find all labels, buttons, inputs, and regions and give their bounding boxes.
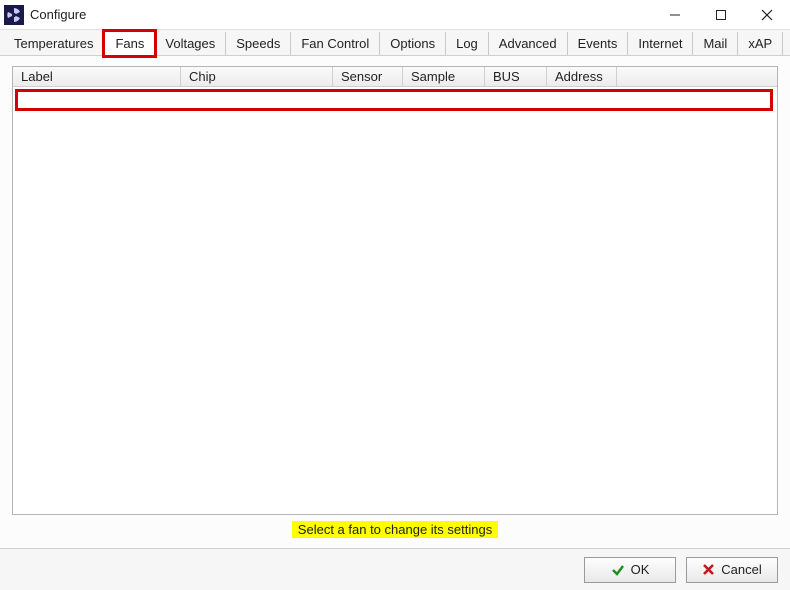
column-chip[interactable]: Chip bbox=[181, 67, 333, 86]
column-sample[interactable]: Sample bbox=[403, 67, 485, 86]
column-address[interactable]: Address bbox=[547, 67, 617, 86]
tab-log[interactable]: Log bbox=[446, 32, 489, 55]
app-icon bbox=[4, 5, 24, 25]
tab-internet[interactable]: Internet bbox=[628, 32, 693, 55]
fan-list[interactable]: Label Chip Sensor Sample BUS Address bbox=[12, 66, 778, 515]
column-bus[interactable]: BUS bbox=[485, 67, 547, 86]
tab-temperatures[interactable]: Temperatures bbox=[4, 32, 104, 55]
column-label[interactable]: Label bbox=[13, 67, 181, 86]
hint-text: Select a fan to change its settings bbox=[292, 521, 498, 538]
tab-mail[interactable]: Mail bbox=[693, 32, 738, 55]
window-controls bbox=[652, 0, 790, 29]
minimize-button[interactable] bbox=[652, 0, 698, 29]
tabbar: Temperatures Fans Voltages Speeds Fan Co… bbox=[0, 30, 790, 56]
tab-advanced[interactable]: Advanced bbox=[489, 32, 568, 55]
tab-fan-control[interactable]: Fan Control bbox=[291, 32, 380, 55]
tab-events[interactable]: Events bbox=[568, 32, 629, 55]
window-title: Configure bbox=[30, 7, 652, 22]
check-icon bbox=[611, 563, 625, 577]
x-icon bbox=[702, 563, 715, 576]
maximize-button[interactable] bbox=[698, 0, 744, 29]
list-body[interactable] bbox=[13, 87, 777, 514]
cancel-label: Cancel bbox=[721, 562, 761, 577]
tab-xap[interactable]: xAP bbox=[738, 32, 783, 55]
hint-wrap: Select a fan to change its settings bbox=[12, 515, 778, 542]
titlebar: Configure bbox=[0, 0, 790, 30]
tab-fans[interactable]: Fans bbox=[104, 31, 155, 56]
content-pane: Label Chip Sensor Sample BUS Address Sel… bbox=[0, 56, 790, 548]
ok-label: OK bbox=[631, 562, 650, 577]
column-sensor[interactable]: Sensor bbox=[333, 67, 403, 86]
tab-options[interactable]: Options bbox=[380, 32, 446, 55]
list-header: Label Chip Sensor Sample BUS Address bbox=[13, 67, 777, 87]
tab-voltages[interactable]: Voltages bbox=[155, 32, 226, 55]
tab-speeds[interactable]: Speeds bbox=[226, 32, 291, 55]
row-highlight bbox=[15, 89, 773, 111]
cancel-button[interactable]: Cancel bbox=[686, 557, 778, 583]
button-bar: OK Cancel bbox=[0, 548, 790, 590]
close-button[interactable] bbox=[744, 0, 790, 29]
ok-button[interactable]: OK bbox=[584, 557, 676, 583]
